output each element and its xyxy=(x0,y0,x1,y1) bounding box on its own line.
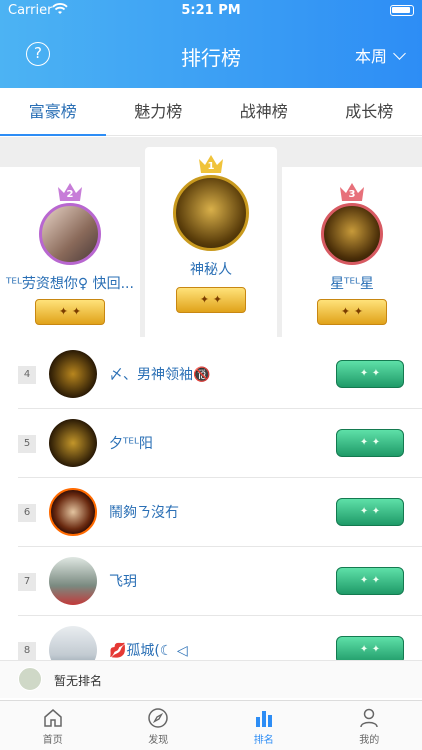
rank-number: 1 xyxy=(207,161,215,172)
level-badge: ✦ ✦ xyxy=(336,429,404,457)
rank-number: 5 xyxy=(18,435,36,453)
avatar xyxy=(49,488,97,536)
rank-number: 4 xyxy=(18,366,36,384)
tab-charm[interactable]: 魅力榜 xyxy=(106,88,212,135)
avatar xyxy=(49,350,97,398)
my-rank-bar: 暂无排名 xyxy=(0,660,422,698)
level-badge: ✦ ✦ xyxy=(336,567,404,595)
user-name: 神秘人 xyxy=(190,262,232,278)
rank-number: 3 xyxy=(348,189,356,200)
level-badge: ✦ ✦ xyxy=(35,299,105,325)
ranking-list: 4 〆、男神领袖🔞 ✦ ✦ 5 夕ᵀᴱᴸ阳 ✦ ✦ 6 鬧夠ㄋ沒冇 ✦ ✦ 7 … xyxy=(0,340,422,660)
crown-icon: 3 xyxy=(338,181,366,203)
tabbar-label: 发现 xyxy=(148,735,169,746)
avatar xyxy=(321,203,383,265)
chevron-down-icon xyxy=(393,46,406,60)
tab-growth[interactable]: 成长榜 xyxy=(317,88,422,135)
person-icon xyxy=(358,707,380,729)
rank-number: 6 xyxy=(18,504,36,522)
header: Carrier 5:21 PM ? 排行榜 本周 xyxy=(0,0,422,88)
rank-number: 2 xyxy=(66,189,74,200)
bar-chart-icon xyxy=(253,707,275,729)
tabbar-label: 我的 xyxy=(359,735,380,746)
bottom-tab-bar: 首页 发现 排名 我的 xyxy=(0,700,422,750)
podium-first[interactable]: 1 神秘人 ✦ ✦ xyxy=(145,147,277,337)
level-badge: ✦ ✦ xyxy=(317,299,387,325)
list-item[interactable]: 5 夕ᵀᴱᴸ阳 ✦ ✦ xyxy=(18,409,422,478)
list-item[interactable]: 4 〆、男神领袖🔞 ✦ ✦ xyxy=(18,340,422,409)
avatar xyxy=(49,419,97,467)
podium-third[interactable]: 3 星ᵀᴱᴸ星 ✦ ✦ xyxy=(282,167,422,337)
user-name: 星ᵀᴱᴸ星 xyxy=(330,276,374,292)
tabbar-profile[interactable]: 我的 xyxy=(317,701,422,750)
clock: 5:21 PM xyxy=(181,3,241,18)
user-name: ᵀᴱᴸ劳资想你♀ 快回... xyxy=(6,276,134,292)
tab-wealth[interactable]: 富豪榜 xyxy=(0,88,106,136)
tabbar-home[interactable]: 首页 xyxy=(0,701,106,750)
level-badge: ✦ ✦ xyxy=(336,498,404,526)
podium-second[interactable]: 2 ᵀᴱᴸ劳资想你♀ 快回... ✦ ✦ xyxy=(0,167,140,337)
my-rank-text: 暂无排名 xyxy=(54,674,103,688)
home-icon xyxy=(42,707,64,729)
user-name: 💋孤城(☾ ◁ xyxy=(109,643,188,659)
tab-warrior[interactable]: 战神榜 xyxy=(211,88,317,135)
crown-icon: 2 xyxy=(56,181,84,203)
level-badge: ✦ ✦ xyxy=(336,360,404,388)
avatar xyxy=(18,667,42,691)
avatar xyxy=(39,203,101,265)
user-name: 鬧夠ㄋ沒冇 xyxy=(109,505,179,521)
rank-number: 8 xyxy=(18,642,36,660)
status-bar: Carrier 5:21 PM xyxy=(0,0,422,22)
avatar xyxy=(49,557,97,605)
avatar xyxy=(49,626,97,660)
tabbar-ranking[interactable]: 排名 xyxy=(211,701,317,750)
battery-icon xyxy=(390,5,414,16)
user-name: 夕ᵀᴱᴸ阳 xyxy=(109,436,153,452)
user-name: 飞玥 xyxy=(109,574,137,590)
tabbar-label: 首页 xyxy=(42,735,63,746)
list-item[interactable]: 8 💋孤城(☾ ◁ ✦ ✦ xyxy=(18,616,422,660)
list-item[interactable]: 7 飞玥 ✦ ✦ xyxy=(18,547,422,616)
avatar xyxy=(173,175,249,251)
level-badge: ✦ ✦ xyxy=(336,636,404,660)
period-selector[interactable]: 本周 xyxy=(354,43,406,67)
user-name: 〆、男神领袖🔞 xyxy=(109,367,211,383)
ranking-tabs: 富豪榜 魅力榜 战神榜 成长榜 xyxy=(0,88,422,136)
rank-number: 7 xyxy=(18,573,36,591)
crown-icon: 1 xyxy=(197,153,225,175)
tabbar-label: 排名 xyxy=(253,735,274,746)
compass-icon xyxy=(147,707,169,729)
podium: 2 ᵀᴱᴸ劳资想你♀ 快回... ✦ ✦ 1 神秘人 ✦ ✦ 3 星ᵀᴱᴸ星 ✦… xyxy=(0,137,422,337)
level-badge: ✦ ✦ xyxy=(176,287,246,313)
period-label: 本周 xyxy=(354,47,387,66)
list-item[interactable]: 6 鬧夠ㄋ沒冇 ✦ ✦ xyxy=(18,478,422,547)
tabbar-discover[interactable]: 发现 xyxy=(106,701,212,750)
